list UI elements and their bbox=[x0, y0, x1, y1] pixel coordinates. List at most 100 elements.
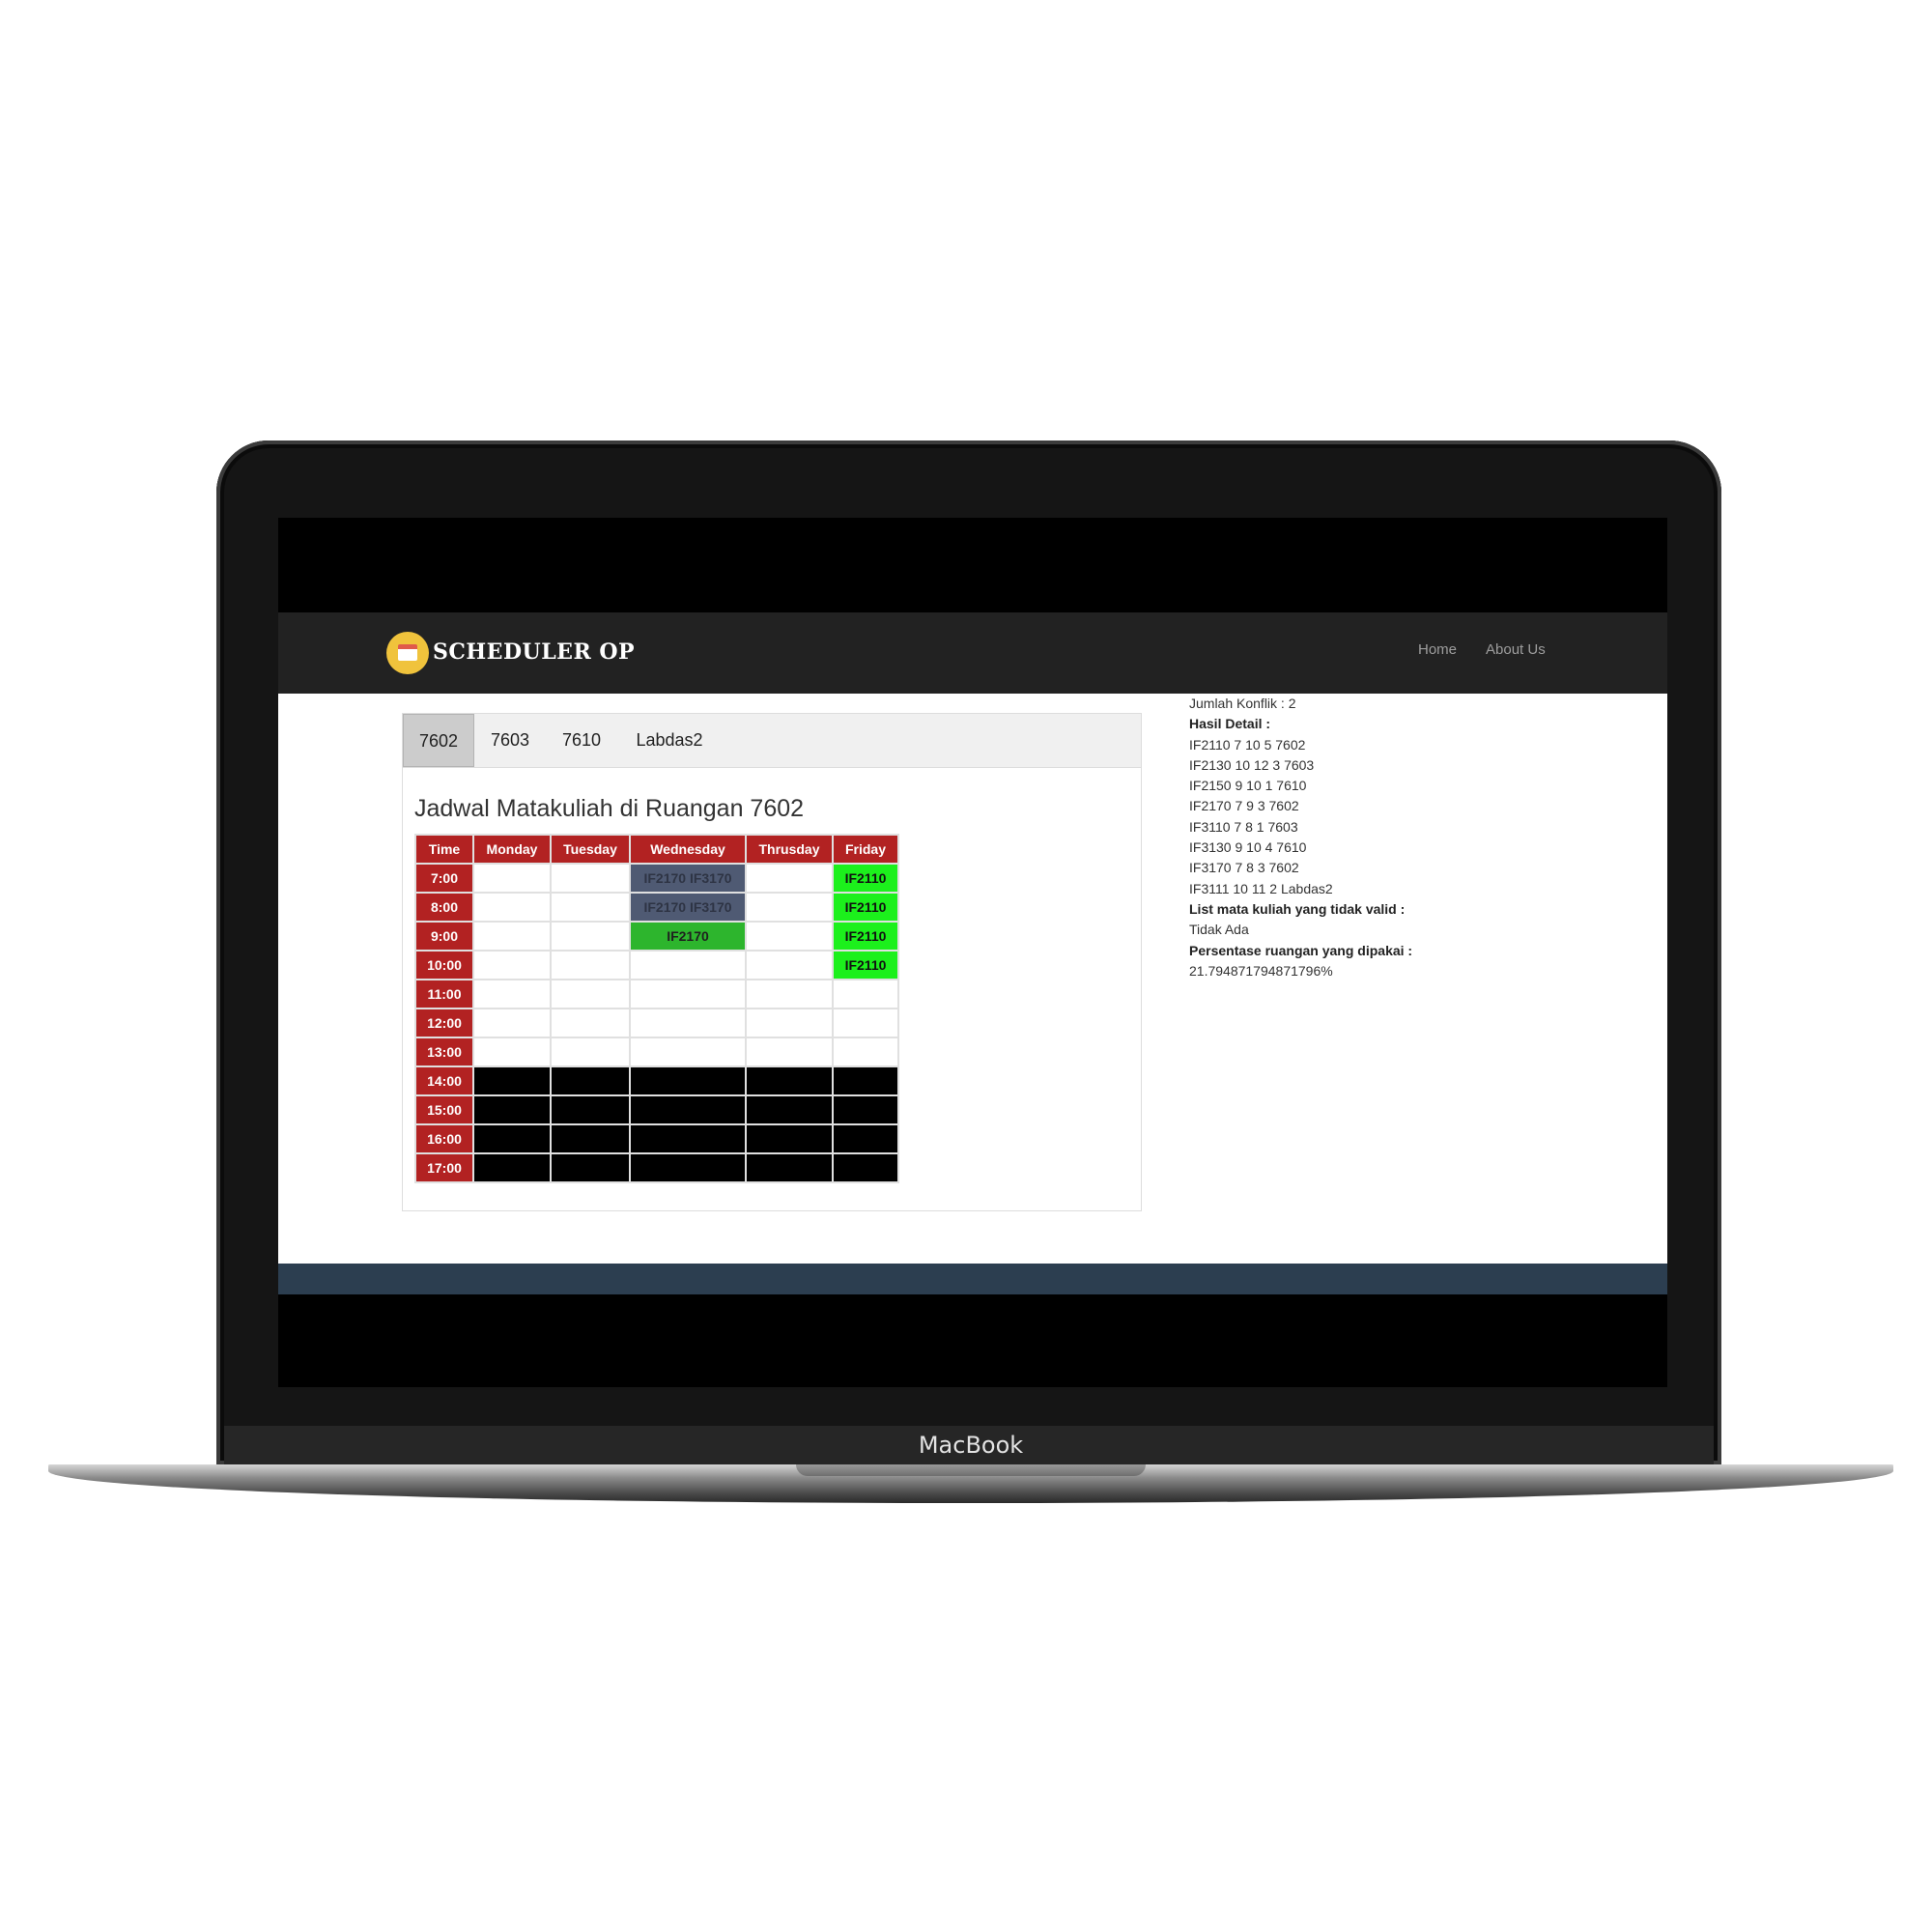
schedule-cell bbox=[745, 1037, 834, 1067]
usage-heading: Persentase ruangan yang dipakai : bbox=[1189, 942, 1413, 958]
schedule-cell bbox=[629, 1008, 747, 1038]
schedule-cell bbox=[832, 1094, 899, 1125]
laptop-hinge-notch bbox=[796, 1464, 1146, 1476]
conflict-count: Jumlah Konflik : 2 bbox=[1189, 696, 1296, 711]
detail-item: IF2110 7 10 5 7602 bbox=[1189, 736, 1306, 753]
schedule-cell bbox=[472, 1152, 552, 1183]
schedule-cell bbox=[745, 950, 834, 980]
schedule-cell bbox=[832, 1037, 899, 1067]
schedule-cell bbox=[550, 1094, 631, 1125]
schedule-cell bbox=[550, 1123, 631, 1154]
header-wednesday: Wednesday bbox=[629, 834, 747, 865]
schedule-row: 7:00 IF2170 IF3170 IF2110 bbox=[414, 863, 899, 894]
detail-item: IF3130 9 10 4 7610 bbox=[1189, 839, 1307, 856]
schedule-cell bbox=[832, 979, 899, 1009]
invalid-heading: List mata kuliah yang tidak valid : bbox=[1189, 900, 1406, 917]
schedule-cell bbox=[550, 950, 631, 980]
schedule-row: 13:00 bbox=[414, 1037, 899, 1067]
schedule-row: 10:00 IF2110 bbox=[414, 950, 899, 980]
usage-value: 21.794871794871796% bbox=[1189, 962, 1333, 979]
time-cell: 11:00 bbox=[414, 979, 474, 1009]
brand-title[interactable]: SCHEDULER OP bbox=[433, 639, 635, 665]
schedule-row: 9:00 IF2170 IF2110 bbox=[414, 921, 899, 952]
header-thursday: Thrusday bbox=[745, 834, 834, 865]
time-cell: 15:00 bbox=[414, 1094, 474, 1125]
result-info: Jumlah Konflik : 2 Hasil Detail : IF2110… bbox=[1189, 694, 1412, 981]
nav-home-link[interactable]: Home bbox=[1418, 641, 1457, 658]
schedule-cell bbox=[745, 1008, 834, 1038]
schedule-cell bbox=[745, 1152, 834, 1183]
schedule-cell bbox=[832, 1152, 899, 1183]
time-cell: 8:00 bbox=[414, 892, 474, 923]
time-cell: 17:00 bbox=[414, 1152, 474, 1183]
time-cell: 10:00 bbox=[414, 950, 474, 980]
detail-heading: Hasil Detail : bbox=[1189, 716, 1271, 732]
header-monday: Monday bbox=[472, 834, 552, 865]
time-cell: 16:00 bbox=[414, 1123, 474, 1154]
detail-item: IF2170 7 9 3 7602 bbox=[1189, 798, 1299, 814]
schedule-cell[interactable]: IF2110 bbox=[832, 892, 899, 923]
tab-7610[interactable]: 7610 bbox=[546, 714, 617, 767]
schedule-cell bbox=[629, 1152, 747, 1183]
header-time: Time bbox=[414, 834, 474, 865]
schedule-cell bbox=[472, 1065, 552, 1096]
schedule-cell bbox=[472, 950, 552, 980]
detail-item: IF3110 7 8 1 7603 bbox=[1189, 818, 1298, 835]
schedule-cell bbox=[629, 950, 747, 980]
schedule-cell bbox=[745, 1123, 834, 1154]
detail-item: IF2150 9 10 1 7610 bbox=[1189, 778, 1307, 794]
schedule-panel: 7602 7603 7610 Labdas2 Jadwal Matakuliah… bbox=[402, 713, 1142, 1211]
schedule-cell[interactable]: IF2170 IF3170 bbox=[629, 863, 747, 894]
schedule-cell bbox=[472, 863, 552, 894]
tab-labdas2[interactable]: Labdas2 bbox=[623, 714, 716, 767]
schedule-cell bbox=[472, 1123, 552, 1154]
schedule-cell bbox=[745, 979, 834, 1009]
schedule-cell bbox=[629, 1094, 747, 1125]
schedule-cell bbox=[745, 1065, 834, 1096]
schedule-cell bbox=[629, 979, 747, 1009]
detail-item: IF3111 10 11 2 Labdas2 bbox=[1189, 880, 1333, 896]
schedule-row: 15:00 bbox=[414, 1094, 899, 1125]
tab-7603[interactable]: 7603 bbox=[476, 714, 544, 767]
detail-list: IF2110 7 10 5 7602 IF2130 10 12 3 7603 IF2… bbox=[1189, 735, 1412, 899]
schedule-title: Jadwal Matakuliah di Ruangan 7602 bbox=[414, 795, 805, 822]
tab-7602[interactable]: 7602 bbox=[403, 714, 474, 767]
schedule-cell bbox=[472, 1094, 552, 1125]
laptop-screen: SCHEDULER OP Home About Us 7602 7603 761… bbox=[278, 518, 1667, 1387]
calendar-logo-icon[interactable] bbox=[386, 632, 429, 674]
schedule-cell bbox=[745, 892, 834, 923]
schedule-cell[interactable]: IF2170 IF3170 bbox=[629, 892, 747, 923]
schedule-cell bbox=[745, 863, 834, 894]
schedule-cell bbox=[550, 892, 631, 923]
schedule-cell[interactable]: IF2110 bbox=[832, 921, 899, 952]
schedule-table: Time Monday Tuesday Wednesday Thrusday F… bbox=[414, 834, 899, 1183]
laptop-brand-label: MacBook bbox=[918, 1432, 1024, 1459]
detail-item: IF3170 7 8 3 7602 bbox=[1189, 860, 1299, 876]
schedule-cell bbox=[629, 1065, 747, 1096]
schedule-cell bbox=[550, 1037, 631, 1067]
schedule-row: 11:00 bbox=[414, 979, 899, 1009]
schedule-cell bbox=[472, 1037, 552, 1067]
schedule-cell bbox=[550, 979, 631, 1009]
main-content: 7602 7603 7610 Labdas2 Jadwal Matakuliah… bbox=[278, 694, 1667, 1264]
schedule-cell bbox=[550, 1065, 631, 1096]
schedule-cell bbox=[472, 892, 552, 923]
time-cell: 7:00 bbox=[414, 863, 474, 894]
page-footer bbox=[278, 1264, 1667, 1294]
time-cell: 9:00 bbox=[414, 921, 474, 952]
schedule-cell[interactable]: IF2170 bbox=[629, 921, 747, 952]
header-friday: Friday bbox=[832, 834, 899, 865]
schedule-row: 14:00 bbox=[414, 1065, 899, 1096]
time-cell: 12:00 bbox=[414, 1008, 474, 1038]
schedule-cell[interactable]: IF2110 bbox=[832, 863, 899, 894]
invalid-value: Tidak Ada bbox=[1189, 922, 1249, 938]
schedule-cell bbox=[745, 1094, 834, 1125]
schedule-row: 16:00 bbox=[414, 1123, 899, 1154]
schedule-cell bbox=[472, 979, 552, 1009]
schedule-cell[interactable]: IF2110 bbox=[832, 950, 899, 980]
time-cell: 14:00 bbox=[414, 1065, 474, 1096]
navbar: SCHEDULER OP Home About Us bbox=[278, 612, 1667, 694]
schedule-cell bbox=[745, 921, 834, 952]
nav-about-link[interactable]: About Us bbox=[1486, 641, 1546, 658]
time-cell: 13:00 bbox=[414, 1037, 474, 1067]
